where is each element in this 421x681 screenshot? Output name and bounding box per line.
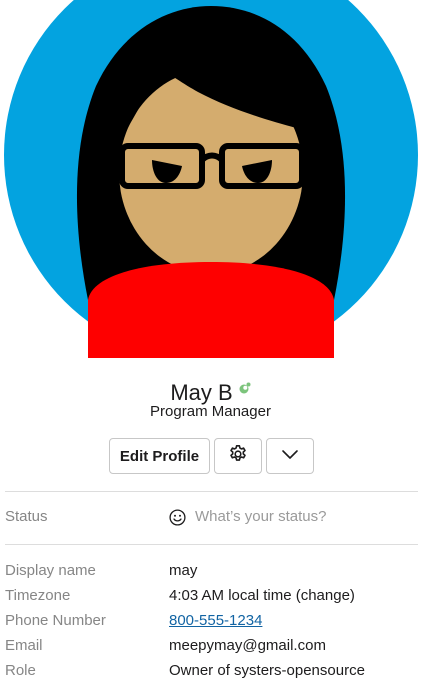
more-actions-button[interactable] — [266, 438, 314, 474]
smile-icon — [169, 508, 186, 526]
role-value: Owner of systers-opensource — [169, 662, 365, 679]
role-label: Role — [5, 662, 36, 679]
email-label: Email — [5, 637, 43, 654]
email-value: meepymay@gmail.com — [169, 637, 326, 654]
divider — [5, 544, 418, 545]
timezone-label: Timezone — [5, 587, 71, 604]
status-label: Status — [5, 508, 48, 525]
display-name-label: Display name — [5, 562, 96, 579]
presence-icon — [239, 372, 251, 402]
status-input[interactable]: What’s your status? — [169, 507, 326, 527]
profile-title: Program Manager — [150, 403, 271, 420]
display-name-value: may — [169, 562, 198, 579]
gear-icon — [228, 444, 248, 469]
divider — [5, 491, 418, 492]
profile-avatar — [0, 0, 421, 358]
settings-button[interactable] — [214, 438, 262, 474]
phone-label: Phone Number — [5, 612, 106, 629]
timezone-value[interactable]: 4:03 AM local time (change) — [169, 586, 355, 606]
status-placeholder: What’s your status? — [195, 508, 327, 525]
chevron-down-icon — [281, 447, 299, 465]
edit-profile-button[interactable]: Edit Profile — [109, 438, 210, 474]
phone-link[interactable]: 800-555-1234 — [169, 611, 262, 631]
